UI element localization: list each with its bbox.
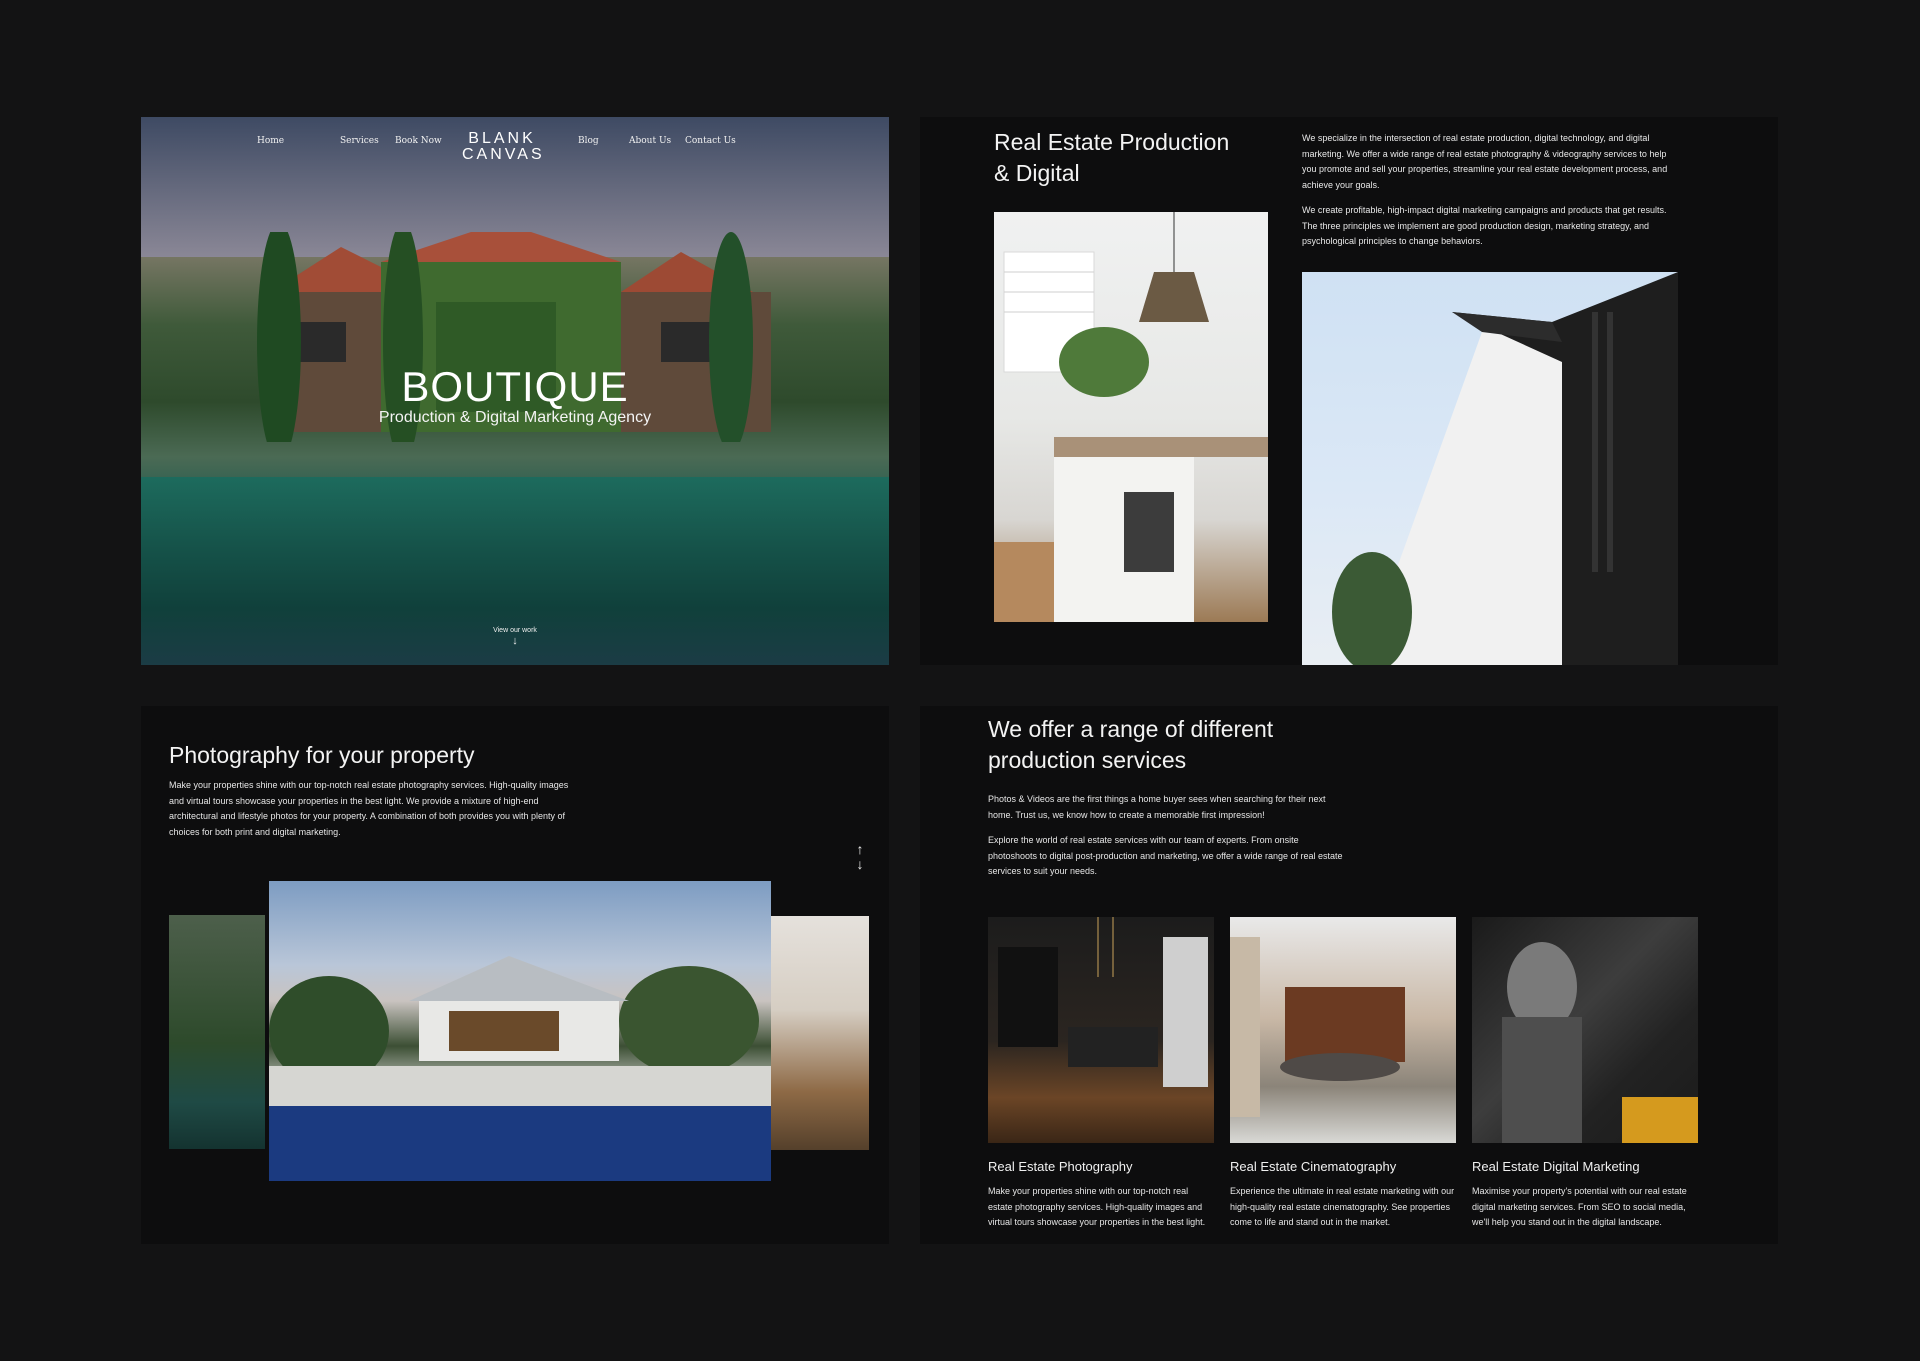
brand-logo[interactable]: BLANK CANVAS <box>462 131 542 163</box>
carousel-slide-next[interactable] <box>771 916 869 1150</box>
card-title: Real Estate Photography <box>988 1159 1133 1174</box>
carousel-slide-prev[interactable] <box>169 915 265 1149</box>
card-title: Real Estate Cinematography <box>1230 1159 1397 1174</box>
architecture-image <box>1302 272 1678 665</box>
service-card-photography[interactable]: Real Estate Photography Make your proper… <box>988 917 1214 1231</box>
carousel-arrows: ↑ ↓ <box>853 842 867 872</box>
card-text: Maximise your property's potential with … <box>1472 1186 1687 1227</box>
photography-section: Photography for your property Make your … <box>141 706 889 1244</box>
photography-title: Photography for your property <box>169 742 475 768</box>
nav-services[interactable]: Services <box>340 136 379 146</box>
arrow-down-icon[interactable]: ↓ <box>853 857 867 872</box>
intro-text: We specialize in the intersection of rea… <box>1302 131 1682 260</box>
kitchen-image <box>994 212 1268 622</box>
card-text: Make your properties shine with our top-… <box>988 1186 1206 1227</box>
logo-line1: BLANK <box>468 130 536 147</box>
hero-title: BOUTIQUE <box>401 363 629 410</box>
nav-book-now[interactable]: Book Now <box>395 136 442 146</box>
carousel-slide-current[interactable] <box>269 881 771 1181</box>
services-section: We offer a range of different production… <box>920 706 1778 1244</box>
arrow-up-icon[interactable]: ↑ <box>853 842 867 857</box>
intro-title: Real Estate Production & Digital <box>994 129 1230 186</box>
view-work-link[interactable]: View our work <box>141 627 889 634</box>
nav-blog[interactable]: Blog <box>578 136 599 146</box>
services-text: Photos & Videos are the first things a h… <box>988 792 1348 890</box>
hero-section: Home Services Book Now BLANK CANVAS Blog… <box>141 117 889 665</box>
intro-paragraph: We create profitable, high-impact digita… <box>1302 205 1667 246</box>
intro-paragraph: We specialize in the intersection of rea… <box>1302 133 1668 190</box>
nav-about-us[interactable]: About Us <box>629 136 671 146</box>
nav-contact-us[interactable]: Contact Us <box>685 136 736 146</box>
nav-home[interactable]: Home <box>257 136 284 146</box>
digital-marketing-image <box>1472 917 1698 1143</box>
hero-subtitle: Production & Digital Marketing Agency <box>378 409 652 426</box>
services-title: We offer a range of different production… <box>988 716 1274 773</box>
arrow-down-icon[interactable]: ↓ <box>141 635 889 647</box>
logo-line2: CANVAS <box>462 146 545 163</box>
photography-image <box>988 917 1214 1143</box>
service-card-cinematography[interactable]: Real Estate Cinematography Experience th… <box>1230 917 1456 1231</box>
cinematography-image <box>1230 917 1456 1143</box>
top-nav: Home Services Book Now BLANK CANVAS Blog… <box>141 127 889 167</box>
services-paragraph: Photos & Videos are the first things a h… <box>988 794 1326 820</box>
card-text: Experience the ultimate in real estate m… <box>1230 1186 1455 1227</box>
intro-section: Real Estate Production & Digital We spec… <box>920 117 1778 665</box>
photography-text: Make your properties shine with our top-… <box>169 780 569 837</box>
service-card-digital-marketing[interactable]: Real Estate Digital Marketing Maximise y… <box>1472 917 1698 1231</box>
services-paragraph: Explore the world of real estate service… <box>988 835 1343 876</box>
card-title: Real Estate Digital Marketing <box>1472 1159 1640 1174</box>
